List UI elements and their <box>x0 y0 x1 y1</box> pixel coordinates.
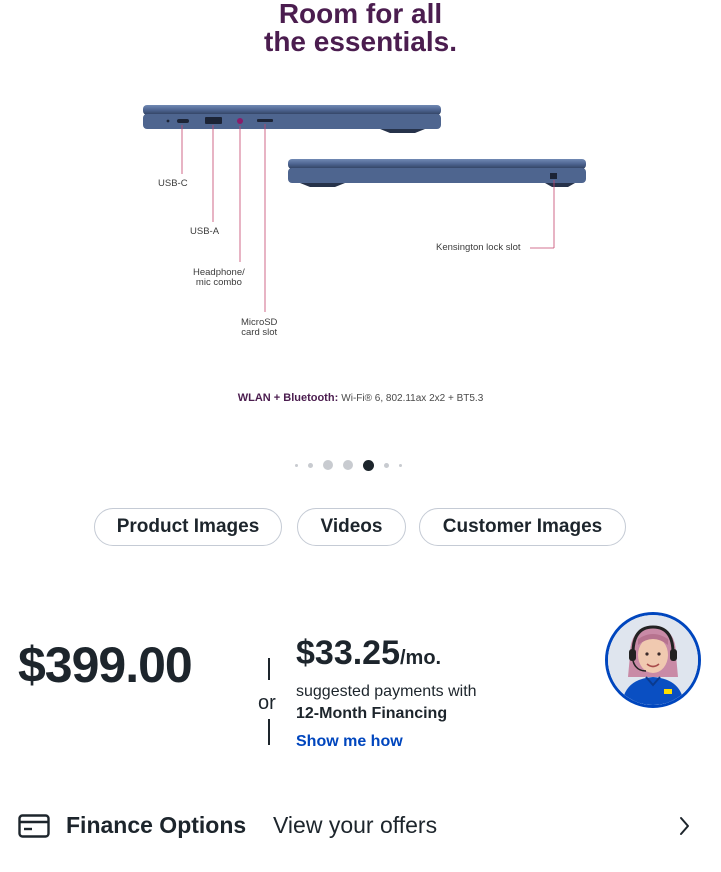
monthly-per: /mo. <box>400 647 442 669</box>
monthly-payment: $33.25/mo. <box>296 634 441 673</box>
chevron-right-icon[interactable] <box>676 814 692 838</box>
price: $399.00 <box>18 637 193 693</box>
kensington-label: Kensington lock slot <box>436 242 521 253</box>
spec-label: WLAN + Bluetooth: <box>237 392 339 404</box>
finance-options-row[interactable]: Finance Options View your offers <box>0 806 721 846</box>
headline-line-2: the essentials. <box>264 26 457 57</box>
carousel-dot[interactable] <box>384 462 389 468</box>
carousel-dot[interactable] <box>295 463 298 467</box>
financing-term: 12-Month Financing <box>296 705 448 722</box>
usb-c-port <box>177 119 189 123</box>
spec-value: Wi-Fi® 6, 802.11ax 2x2 + BT5.3 <box>341 393 484 404</box>
headphone-port <box>237 118 243 124</box>
carousel-dot[interactable] <box>343 460 353 470</box>
headline-line-1: Room for all <box>278 0 443 29</box>
carousel-dot[interactable] <box>323 460 333 470</box>
laptop-left-side <box>143 105 441 133</box>
laptop-right-side <box>288 159 586 187</box>
agent-avatar-icon <box>608 615 698 705</box>
headphone-label: Headphone/ mic combo <box>193 267 245 288</box>
kensington-slot <box>550 173 557 179</box>
usb-a-port <box>205 117 222 124</box>
carousel-dot[interactable] <box>399 463 402 467</box>
agent-avatar[interactable] <box>605 612 701 708</box>
tab-product-images[interactable]: Product Images <box>94 508 282 546</box>
suggested-text: suggested payments with <box>296 683 477 700</box>
headline: Room for all the essentials. <box>0 0 721 56</box>
finance-options-label: Finance Options <box>66 812 247 838</box>
monthly-amount: $33.25 <box>296 634 400 672</box>
carousel-dot[interactable] <box>308 462 313 468</box>
laptop-ports-illustration <box>143 105 586 312</box>
spec-line: WLAN + Bluetooth: Wi-Fi® 6, 802.11ax 2x2… <box>0 392 721 404</box>
usb-a-label: USB-A <box>190 226 220 237</box>
microsd-label: MicroSD card slot <box>241 317 278 338</box>
usb-c-label: USB-C <box>158 178 188 189</box>
divider-top <box>268 658 270 680</box>
divider-bottom <box>268 719 270 745</box>
tab-customer-images[interactable]: Customer Images <box>419 508 626 546</box>
tab-videos[interactable]: Videos <box>297 508 406 546</box>
view-offers-link[interactable]: View your offers <box>273 812 437 839</box>
credit-card-icon <box>18 814 50 838</box>
microsd-slot <box>257 119 273 122</box>
or-label: or <box>258 692 276 714</box>
show-me-how-link[interactable]: Show me how <box>296 733 403 751</box>
carousel-dot-active[interactable] <box>363 459 374 471</box>
carousel-dots[interactable] <box>290 458 407 472</box>
